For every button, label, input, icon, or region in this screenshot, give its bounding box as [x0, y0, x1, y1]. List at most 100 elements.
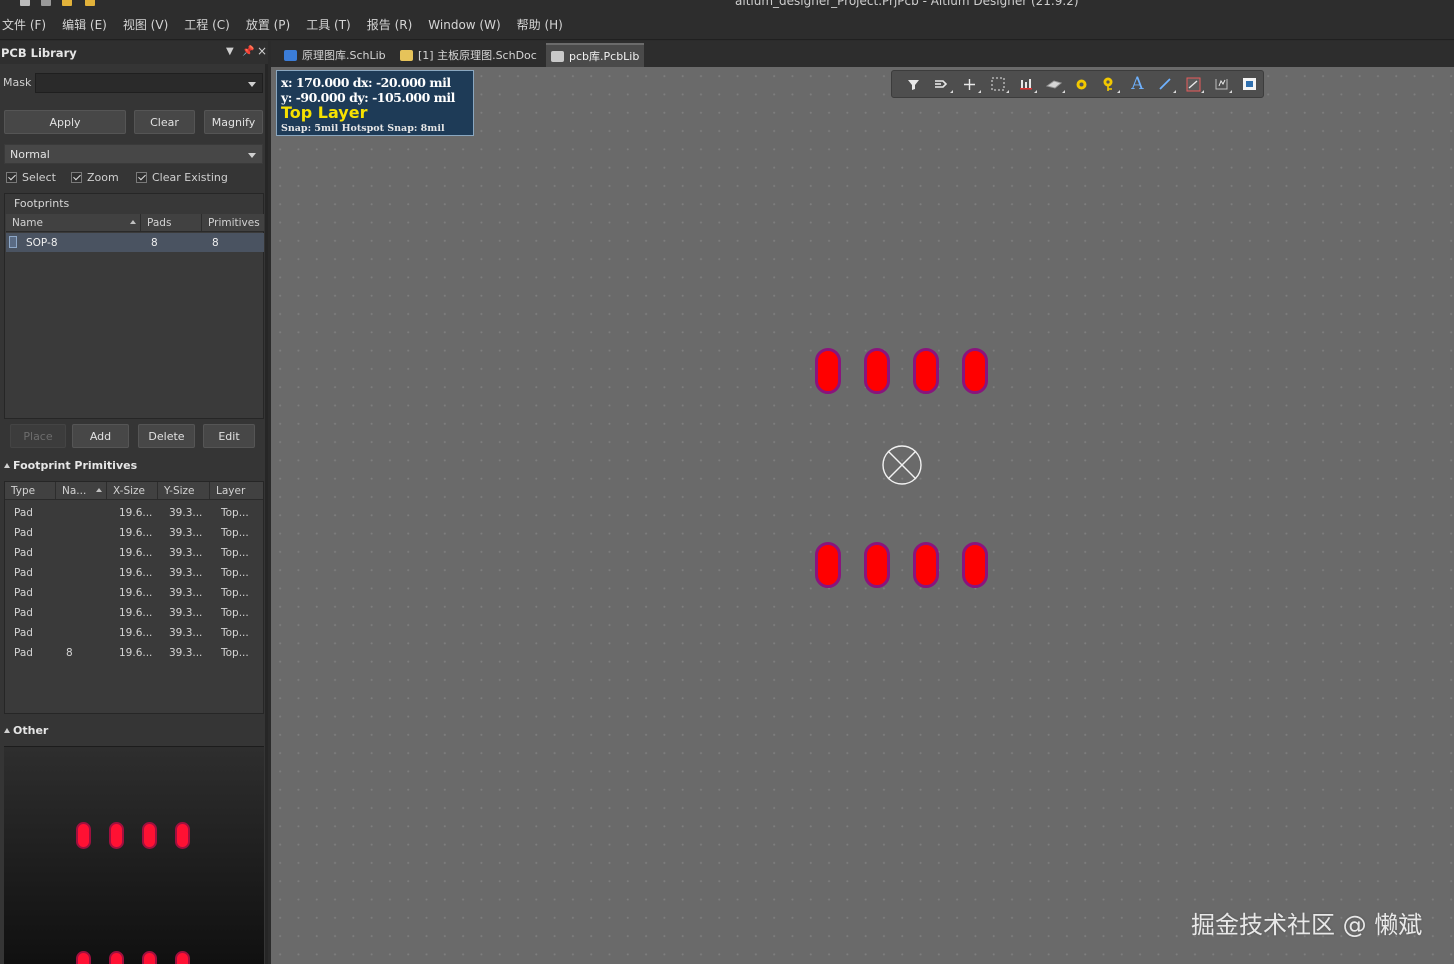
cross-icon[interactable] [956, 70, 984, 98]
checkbox-box [71, 172, 82, 183]
tab-pcblib[interactable]: pcb库.PcbLib [546, 43, 645, 67]
pad[interactable] [815, 348, 841, 394]
primitive-type: Pad [14, 547, 33, 559]
chevron-down-icon [248, 153, 256, 158]
board-view-icon[interactable] [1235, 70, 1263, 98]
other-header[interactable]: Other [0, 721, 268, 739]
menu-reports[interactable]: 报告 (R) [359, 16, 421, 33]
primitive-layer: Top... [221, 627, 249, 639]
footprint-icon [9, 236, 17, 248]
region-icon[interactable] [1179, 70, 1207, 98]
close-icon[interactable]: × [257, 44, 267, 58]
col-layer[interactable]: Layer [210, 482, 263, 499]
pin-icon[interactable]: 📌 [242, 46, 254, 57]
tab-schlib[interactable]: 原理图库.SchLib [279, 43, 391, 67]
primitive-x: 19.6... [119, 587, 153, 599]
primitive-row[interactable]: Pad 19.6... 39.3... Top... [5, 523, 263, 543]
sort-ascending-icon [130, 220, 136, 224]
primitive-row[interactable]: Pad 19.6... 39.3... Top... [5, 543, 263, 563]
select-checkbox[interactable]: Select [6, 171, 56, 184]
pad[interactable] [913, 542, 939, 588]
open-icon[interactable] [62, 0, 72, 6]
checkbox-box [6, 172, 17, 183]
line-icon[interactable] [1151, 70, 1179, 98]
panel-menu-icon[interactable]: ▼ [226, 46, 234, 57]
menu-edit[interactable]: 编辑 (E) [54, 16, 115, 33]
primitive-y: 39.3... [169, 567, 203, 579]
pad[interactable] [962, 542, 988, 588]
col-name[interactable]: Name [6, 214, 141, 231]
route-icon[interactable] [928, 70, 956, 98]
pad[interactable] [913, 348, 939, 394]
preview-pad [175, 951, 190, 964]
altium-designer-window: altium_designer_Project.PrjPcb - Altium … [0, 0, 1454, 964]
text-icon[interactable]: A [1123, 70, 1151, 98]
primitive-x: 19.6... [119, 627, 153, 639]
zoom-checkbox[interactable]: Zoom [71, 171, 119, 184]
dimension-icon[interactable] [1207, 70, 1235, 98]
clear-button[interactable]: Clear [134, 110, 195, 134]
preview-pad [76, 822, 91, 849]
pad[interactable] [864, 348, 890, 394]
primitive-row[interactable]: Pad 19.6... 39.3... Top... [5, 603, 263, 623]
col-x-size[interactable]: X-Size [107, 482, 158, 499]
menu-window[interactable]: Window (W) [420, 18, 508, 32]
edit-button[interactable]: Edit [203, 424, 255, 448]
via-icon[interactable] [1095, 70, 1123, 98]
preview-pad [109, 822, 124, 849]
origin-marker-icon [882, 445, 922, 485]
primitive-row[interactable]: Pad 19.6... 39.3... Top... [5, 563, 263, 583]
add-button[interactable]: Add [72, 424, 129, 448]
save-all-icon[interactable] [41, 0, 51, 6]
schdoc-icon [400, 49, 413, 61]
collapse-icon [4, 462, 10, 468]
place-button[interactable]: Place [10, 424, 66, 448]
apply-button[interactable]: Apply [4, 110, 126, 134]
sort-ascending-icon [96, 488, 102, 492]
delete-button[interactable]: Delete [138, 424, 195, 448]
primitive-row[interactable]: Pad 19.6... 39.3... Top... [5, 503, 263, 523]
menu-project[interactable]: 工程 (C) [176, 16, 238, 33]
col-primitives[interactable]: Primitives [202, 214, 264, 231]
tab-schdoc[interactable]: [1] 主板原理图.SchDoc [395, 43, 542, 67]
menu-place[interactable]: 放置 (P) [238, 16, 298, 33]
primitive-type: Pad [14, 647, 33, 659]
filter-icon[interactable] [900, 70, 928, 98]
primitive-type: Pad [14, 527, 33, 539]
heads-up-display: x: 170.000 dx: -20.000 mil y: -90.000 dy… [276, 70, 474, 136]
menu-tools[interactable]: 工具 (T) [298, 16, 359, 33]
menu-help[interactable]: 帮助 (H) [509, 16, 571, 33]
clear-existing-checkbox[interactable]: Clear Existing [136, 171, 228, 184]
magnify-button[interactable]: Magnify [204, 110, 263, 134]
menu-file[interactable]: 文件 (F) [0, 16, 54, 33]
open-project-icon[interactable] [85, 0, 95, 6]
hud-x-coordinates: x: 170.000 dx: -20.000 mil [281, 75, 451, 90]
primitive-x: 19.6... [119, 567, 153, 579]
footprint-primitives-header[interactable]: Footprint Primitives [0, 456, 268, 474]
checkbox-box [136, 172, 147, 183]
col-pads[interactable]: Pads [141, 214, 202, 231]
col-type[interactable]: Type [5, 482, 56, 499]
pad[interactable] [864, 542, 890, 588]
select-rect-icon[interactable] [984, 70, 1012, 98]
pad[interactable] [962, 348, 988, 394]
mode-select[interactable]: Normal [4, 144, 263, 164]
component-icon[interactable] [1040, 70, 1068, 98]
col-name[interactable]: Na... [56, 482, 107, 499]
footprints-title: Footprints [5, 194, 263, 214]
mask-input[interactable] [35, 73, 263, 93]
footprint-row[interactable]: SOP-8 8 8 [6, 233, 264, 252]
menu-view[interactable]: 视图 (V) [115, 16, 176, 33]
pad[interactable] [815, 542, 841, 588]
col-y-size[interactable]: Y-Size [158, 482, 210, 499]
primitive-row[interactable]: Pad 19.6... 39.3... Top... [5, 623, 263, 643]
align-icon[interactable] [1012, 70, 1040, 98]
pcb-canvas[interactable]: x: 170.000 dx: -20.000 mil y: -90.000 dy… [271, 67, 1454, 964]
hud-layer: Top Layer [281, 103, 368, 122]
primitive-x: 19.6... [119, 607, 153, 619]
save-icon[interactable] [20, 0, 30, 6]
pad-icon[interactable] [1068, 70, 1096, 98]
hud-snap: Snap: 5mil Hotspot Snap: 8mil [281, 123, 445, 134]
primitive-row[interactable]: Pad 8 19.6... 39.3... Top... [5, 643, 263, 663]
primitive-row[interactable]: Pad 19.6... 39.3... Top... [5, 583, 263, 603]
